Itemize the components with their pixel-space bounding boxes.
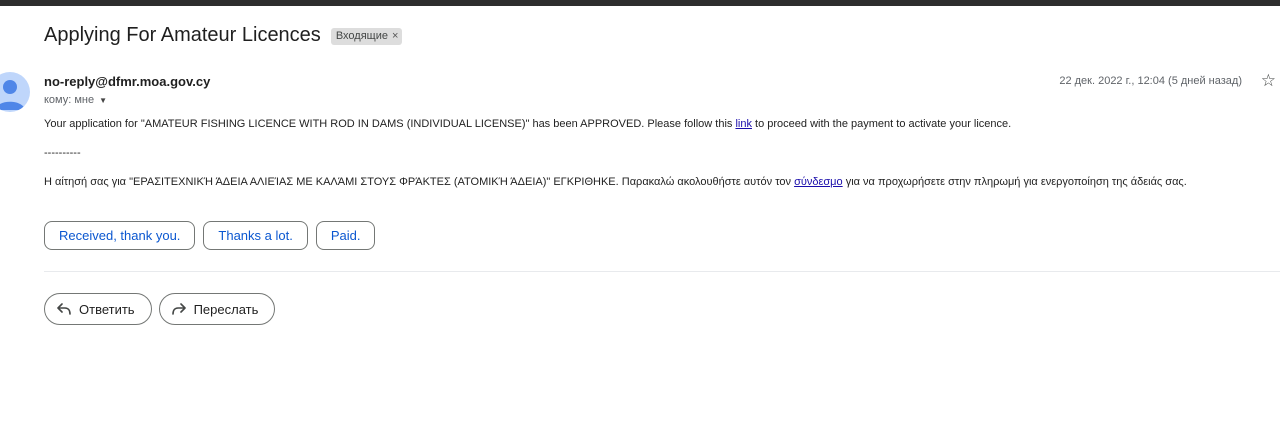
email-date[interactable]: 22 дек. 2022 г., 12:04 (5 дней назад) [1059, 75, 1242, 87]
forward-arrow-icon [171, 303, 186, 315]
body-english-text-end: to proceed with the payment to activate … [751, 118, 1012, 130]
payment-link[interactable]: link [735, 118, 752, 130]
message-divider [44, 271, 1280, 272]
sender-avatar[interactable] [0, 72, 30, 112]
recipient-text: кому: мне [44, 94, 95, 106]
recipient-line[interactable]: кому: мне ▼ [44, 94, 107, 106]
body-english-paragraph: Your application for "AMATEUR FISHING LI… [44, 117, 1011, 131]
email-subject: Applying For Amateur Licences [44, 24, 321, 46]
reply-arrow-icon [57, 303, 71, 315]
caret-down-icon[interactable]: ▼ [99, 96, 107, 105]
smart-reply-paid[interactable]: Paid. [315, 221, 376, 250]
inbox-label-chip[interactable]: Входящие × [330, 27, 403, 45]
reply-button-label: Ответить [79, 301, 135, 317]
body-english-text-start: Your application for "AMATEUR FISHING LI… [44, 118, 736, 130]
smart-reply-received[interactable]: Received, thank you. [44, 221, 196, 250]
person-avatar-icon [0, 80, 25, 110]
payment-link-greek[interactable]: σύνδεσμο [794, 176, 843, 188]
window-top-bar [0, 0, 1280, 6]
smart-reply-thanks[interactable]: Thanks a lot. [203, 221, 308, 250]
subject-row: Applying For Amateur Licences Входящие × [44, 22, 403, 48]
star-outline-icon[interactable]: ☆ [1261, 71, 1276, 91]
body-separator: ---------- [44, 147, 81, 159]
remove-label-icon[interactable]: × [392, 29, 398, 43]
body-greek-text-start: Η αίτησή σας για "ΕΡΑΣΙΤΕΧΝΙΚΉ ΆΔΕΙΑ ΑΛΙ… [44, 176, 795, 188]
smart-reply-group: Received, thank you. Thanks a lot. Paid. [44, 221, 376, 250]
body-greek-paragraph: Η αίτησή σας για "ΕΡΑΣΙΤΕΧΝΙΚΉ ΆΔΕΙΑ ΑΛΙ… [44, 175, 1187, 189]
reply-button[interactable]: Ответить [44, 293, 152, 325]
inbox-label-text: Входящие [335, 29, 388, 42]
forward-button-label: Переслать [193, 301, 259, 317]
forward-button[interactable]: Переслать [158, 293, 276, 325]
sender-email[interactable]: no-reply@dfmr.moa.gov.cy [44, 74, 210, 89]
body-greek-text-end: για να προχωρήσετε στην πληρωμή για ενερ… [842, 176, 1187, 188]
message-actions: Ответить Переслать [44, 293, 276, 325]
